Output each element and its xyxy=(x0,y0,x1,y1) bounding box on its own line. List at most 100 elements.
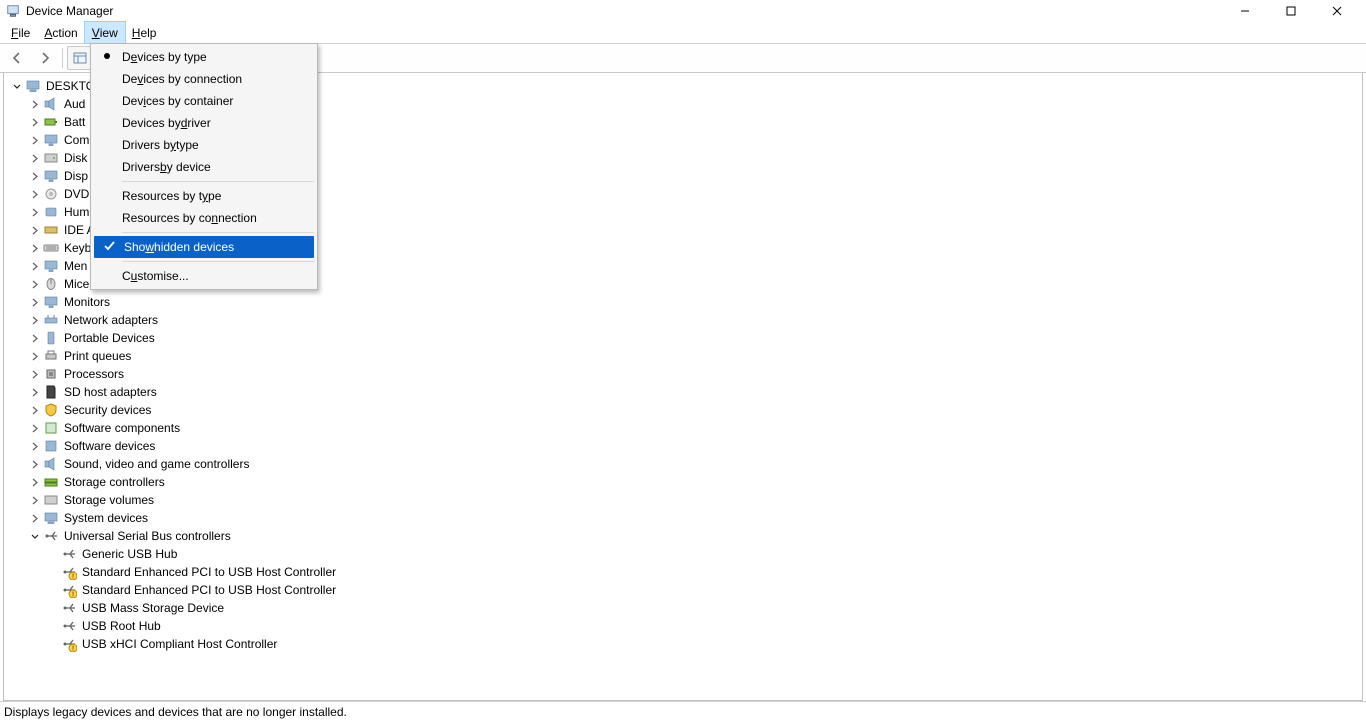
chevron-right-icon[interactable] xyxy=(28,422,40,434)
chevron-right-icon[interactable] xyxy=(28,98,40,110)
tree-category[interactable]: Portable Devices xyxy=(6,329,1362,347)
tree-item-label: Mice xyxy=(62,277,91,291)
usb-icon xyxy=(61,546,77,562)
chevron-right-icon[interactable] xyxy=(28,332,40,344)
sd-icon xyxy=(43,384,59,400)
menu-bar: FileActionViewHelp xyxy=(0,22,1366,43)
view-menu-item[interactable]: Resources by type xyxy=(92,185,316,207)
svg-text:!: ! xyxy=(72,592,74,599)
tree-item-label: Batt xyxy=(62,115,87,129)
tree-device[interactable]: USB Root Hub xyxy=(6,617,1362,635)
tree-device[interactable]: USB Mass Storage Device xyxy=(6,599,1362,617)
title-bar: Device Manager xyxy=(0,0,1366,22)
toolbar-separator xyxy=(62,48,63,68)
chevron-right-icon[interactable] xyxy=(28,476,40,488)
maximize-button[interactable] xyxy=(1268,0,1314,22)
chevron-down-icon[interactable] xyxy=(10,80,22,92)
monitor-icon xyxy=(43,132,59,148)
volume-icon xyxy=(43,492,59,508)
softcomp-icon xyxy=(43,420,59,436)
mouse-icon xyxy=(43,276,59,292)
view-menu-dropdown[interactable]: Devices by typeDevices by connectionDevi… xyxy=(90,43,318,290)
chevron-right-icon[interactable] xyxy=(28,296,40,308)
tree-category[interactable]: Monitors xyxy=(6,293,1362,311)
system-icon xyxy=(43,510,59,526)
chevron-right-icon[interactable] xyxy=(28,440,40,452)
keyboard-icon xyxy=(43,240,59,256)
tree-item-label: Com xyxy=(62,133,91,147)
chevron-right-icon[interactable] xyxy=(28,134,40,146)
tree-category[interactable]: Storage controllers xyxy=(6,473,1362,491)
tree-item-label: Processors xyxy=(62,367,126,381)
chevron-right-icon[interactable] xyxy=(28,260,40,272)
view-menu-item[interactable]: Resources by connection xyxy=(92,207,316,229)
tree-category[interactable]: System devices xyxy=(6,509,1362,527)
view-menu-item[interactable]: Devices by connection xyxy=(92,68,316,90)
menu-file[interactable]: File xyxy=(4,22,37,43)
disk-icon xyxy=(43,150,59,166)
chevron-right-icon[interactable] xyxy=(28,278,40,290)
chevron-right-icon[interactable] xyxy=(28,224,40,236)
chevron-right-icon[interactable] xyxy=(28,386,40,398)
tree-item-label: Standard Enhanced PCI to USB Host Contro… xyxy=(80,583,338,597)
chevron-right-icon[interactable] xyxy=(28,188,40,200)
tree-category[interactable]: Storage volumes xyxy=(6,491,1362,509)
view-menu-item[interactable]: Customise... xyxy=(92,265,316,287)
chevron-right-icon[interactable] xyxy=(28,350,40,362)
tree-item-label: Keyb xyxy=(62,241,93,255)
tree-category[interactable]: Processors xyxy=(6,365,1362,383)
monitor-icon xyxy=(43,168,59,184)
tree-device[interactable]: Generic USB Hub xyxy=(6,545,1362,563)
expand-placeholder xyxy=(46,638,58,650)
tree-item-label: Standard Enhanced PCI to USB Host Contro… xyxy=(80,565,338,579)
tree-category[interactable]: Software components xyxy=(6,419,1362,437)
chevron-right-icon[interactable] xyxy=(28,404,40,416)
tree-category[interactable]: Sound, video and game controllers xyxy=(6,455,1362,473)
chevron-right-icon[interactable] xyxy=(28,206,40,218)
back-button[interactable] xyxy=(4,46,30,70)
chevron-right-icon[interactable] xyxy=(28,152,40,164)
tree-device[interactable]: !Standard Enhanced PCI to USB Host Contr… xyxy=(6,563,1362,581)
chevron-right-icon[interactable] xyxy=(28,512,40,524)
tree-category[interactable]: Security devices xyxy=(6,401,1362,419)
view-menu-item[interactable]: Devices by type xyxy=(92,46,316,68)
view-menu-item[interactable]: Drivers by device xyxy=(92,156,316,178)
tree-item-label: Hum xyxy=(62,205,91,219)
tree-item-label: Portable Devices xyxy=(62,331,157,345)
minimize-button[interactable] xyxy=(1222,0,1268,22)
menu-separator xyxy=(122,232,314,233)
close-button[interactable] xyxy=(1314,0,1360,22)
forward-button[interactable] xyxy=(32,46,58,70)
view-menu-item[interactable]: Devices by driver xyxy=(92,112,316,134)
chevron-right-icon[interactable] xyxy=(28,170,40,182)
chevron-right-icon[interactable] xyxy=(28,314,40,326)
chevron-right-icon[interactable] xyxy=(28,368,40,380)
audio-icon xyxy=(43,456,59,472)
chevron-right-icon[interactable] xyxy=(28,458,40,470)
tree-item-label: Universal Serial Bus controllers xyxy=(62,529,233,543)
chevron-right-icon[interactable] xyxy=(28,494,40,506)
view-menu-item[interactable]: Drivers by type xyxy=(92,134,316,156)
tree-category[interactable]: Print queues xyxy=(6,347,1362,365)
tree-device[interactable]: !USB xHCI Compliant Host Controller xyxy=(6,635,1362,653)
expand-placeholder xyxy=(46,620,58,632)
chevron-right-icon[interactable] xyxy=(28,116,40,128)
tree-item-label: Print queues xyxy=(62,349,133,363)
view-menu-item[interactable]: Devices by container xyxy=(92,90,316,112)
tree-category-usb[interactable]: Universal Serial Bus controllers xyxy=(6,527,1362,545)
menu-separator xyxy=(122,261,314,262)
svg-text:!: ! xyxy=(72,646,74,653)
tree-item-label: Storage volumes xyxy=(62,493,156,507)
view-menu-item[interactable]: Show hidden devices xyxy=(94,236,314,258)
menu-view[interactable]: View xyxy=(85,22,125,43)
network-icon xyxy=(43,312,59,328)
menu-help[interactable]: Help xyxy=(125,22,164,43)
tree-device[interactable]: ! Standard Enhanced PCI to USB Host Contr… xyxy=(6,581,1362,599)
chevron-down-icon[interactable] xyxy=(28,530,40,542)
menu-action[interactable]: Action xyxy=(37,22,84,43)
chevron-right-icon[interactable] xyxy=(28,242,40,254)
tree-category[interactable]: Software devices xyxy=(6,437,1362,455)
tree-category[interactable]: SD host adapters xyxy=(6,383,1362,401)
tree-item-label: Disk xyxy=(62,151,89,165)
tree-category[interactable]: Network adapters xyxy=(6,311,1362,329)
